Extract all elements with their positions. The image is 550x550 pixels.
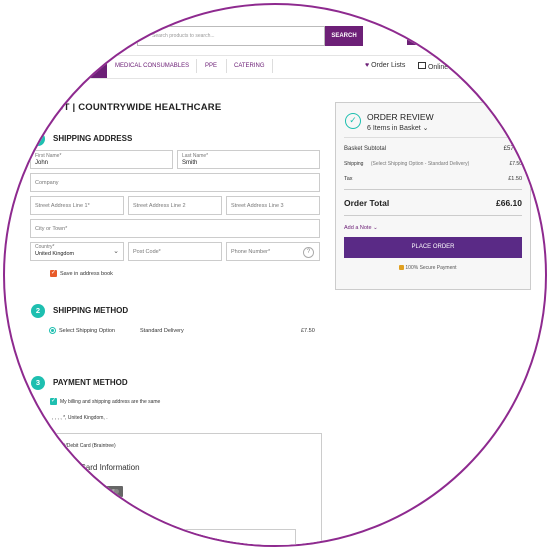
phone-placeholder: Phone Number* bbox=[231, 249, 271, 255]
shipping-option-radio[interactable] bbox=[49, 327, 56, 334]
street-line-2-field[interactable]: Street Address Line 2 bbox=[128, 196, 222, 215]
card-number-field[interactable] bbox=[80, 529, 296, 545]
subtotal-row: Basket Subtotal £57.10 bbox=[344, 146, 522, 152]
chevron-down-icon: ⌄ bbox=[113, 248, 119, 255]
nav-divider bbox=[226, 59, 227, 73]
heart-icon: ♥ bbox=[365, 62, 370, 69]
order-total-value: £66.10 bbox=[496, 198, 522, 208]
search-button[interactable]: SEARCH bbox=[325, 26, 363, 46]
step-number: 3 bbox=[31, 376, 45, 390]
divider bbox=[344, 215, 522, 216]
section-title-shipping-address: SHIPPING ADDRESS bbox=[53, 134, 133, 143]
account-tab[interactable] bbox=[407, 31, 427, 45]
street-line-2-placeholder: Street Address Line 2 bbox=[133, 203, 186, 209]
order-lists-link[interactable]: ♥ Order Lists bbox=[365, 62, 405, 69]
save-address-label: Save in address book bbox=[60, 271, 113, 277]
shipping-option-label: Select Shipping Option bbox=[59, 328, 115, 334]
shipping-value: £7.50 bbox=[509, 161, 522, 167]
last-name-value: Smith bbox=[182, 160, 198, 166]
section-title-payment-method: PAYMENT METHOD bbox=[53, 378, 128, 387]
subtotal-label: Basket Subtotal bbox=[344, 146, 387, 152]
first-name-field[interactable]: First Name* John bbox=[30, 150, 173, 169]
online-link[interactable]: Online bbox=[418, 62, 448, 71]
shipping-label: Shipping bbox=[344, 161, 364, 167]
lock-icon bbox=[399, 265, 404, 270]
last-name-label: Last Name* bbox=[182, 153, 209, 159]
card-info-title: Card Information bbox=[80, 463, 140, 472]
add-note-label: Add a Note bbox=[344, 225, 372, 231]
nav-active-category[interactable] bbox=[65, 56, 107, 78]
first-name-value: John bbox=[35, 160, 49, 166]
order-lists-label: Order Lists bbox=[371, 62, 406, 69]
nav-item-catering[interactable]: CATERING bbox=[234, 63, 265, 69]
secure-payment-label: 100% Secure Payment bbox=[405, 265, 457, 271]
order-review-panel: ✓ ORDER REVIEW 6 Items in Basket ⌄ Baske… bbox=[335, 102, 531, 290]
add-note-link[interactable]: Add a Note ⌄ bbox=[344, 225, 378, 231]
monitor-icon bbox=[418, 62, 426, 69]
online-label: Online bbox=[427, 64, 449, 71]
last-name-field[interactable]: Last Name* Smith bbox=[177, 150, 320, 169]
postcode-placeholder: Post Code* bbox=[133, 249, 161, 255]
section-title-shipping-method: SHIPPING METHOD bbox=[53, 306, 129, 315]
place-order-button[interactable]: PLACE ORDER bbox=[344, 237, 522, 258]
country-value: United Kingdom bbox=[35, 251, 75, 257]
tax-label: Tax bbox=[344, 176, 353, 182]
city-placeholder: City or Town* bbox=[35, 226, 68, 232]
shipping-option-name: Standard Delivery bbox=[140, 328, 184, 334]
shipping-option-price: £7.50 bbox=[301, 328, 315, 334]
postcode-field[interactable]: Post Code* bbox=[128, 242, 222, 261]
country-label: Country* bbox=[35, 244, 55, 250]
shipping-row: Shipping (Select Shipping Option - Stand… bbox=[344, 161, 522, 167]
search-input[interactable]: Search products to search... bbox=[137, 26, 325, 46]
street-line-1-placeholder: Street Address Line 1* bbox=[35, 203, 90, 209]
city-field[interactable]: City or Town* bbox=[30, 219, 320, 238]
street-line-1-field[interactable]: Street Address Line 1* bbox=[30, 196, 124, 215]
nav-divider bbox=[272, 59, 273, 73]
save-address-checkbox[interactable]: ✓ bbox=[50, 270, 57, 277]
street-line-3-placeholder: Street Address Line 3 bbox=[231, 203, 284, 209]
circular-frame: Search products to search... SEARCH MEDI… bbox=[3, 3, 547, 547]
basket-items-count: 6 Items in Basket bbox=[367, 125, 421, 132]
divider bbox=[344, 189, 522, 190]
check-circle-icon: ✓ bbox=[345, 113, 361, 129]
page-title: OUT | COUNTRYWIDE HEALTHCARE bbox=[49, 102, 222, 113]
secure-payment-note: 100% Secure Payment bbox=[399, 265, 457, 271]
nav-item-ppe[interactable]: PPE bbox=[205, 63, 217, 69]
nav-divider bbox=[196, 59, 197, 73]
tax-value: £1.50 bbox=[508, 176, 522, 182]
billing-address-line: , , , , *, United Kingdom, . bbox=[52, 415, 108, 421]
same-address-label: My billing and shipping address are the … bbox=[60, 399, 161, 405]
card-method-label[interactable]: Credit/Debit Card (Braintree) bbox=[52, 443, 116, 449]
street-line-3-field[interactable]: Street Address Line 3 bbox=[226, 196, 320, 215]
chevron-down-icon: ⌄ bbox=[422, 125, 429, 132]
country-select[interactable]: Country* United Kingdom ⌄ bbox=[30, 242, 124, 261]
step-number: 2 bbox=[31, 304, 45, 318]
company-field[interactable]: Company bbox=[30, 173, 320, 192]
company-placeholder: Company bbox=[35, 180, 59, 186]
step-number: 1 bbox=[31, 132, 45, 146]
order-total-row: Order Total £66.10 bbox=[344, 198, 522, 208]
divider bbox=[344, 137, 522, 138]
subtotal-value: £57.10 bbox=[503, 146, 522, 152]
chevron-down-icon: ⌄ bbox=[373, 225, 378, 231]
first-name-label: First Name* bbox=[35, 153, 62, 159]
tax-row: Tax £1.50 bbox=[344, 176, 522, 182]
phone-field[interactable]: Phone Number* ? bbox=[226, 242, 320, 261]
basket-items-toggle[interactable]: 6 Items in Basket ⌄ bbox=[367, 124, 429, 132]
card-brand-icon bbox=[105, 486, 123, 497]
nav-item-medical-consumables[interactable]: MEDICAL CONSUMABLES bbox=[115, 63, 189, 69]
shipping-note: (Select Shipping Option - Standard Deliv… bbox=[370, 161, 470, 167]
help-icon[interactable]: ? bbox=[303, 247, 314, 258]
order-total-label: Order Total bbox=[344, 198, 390, 208]
same-address-checkbox[interactable]: ✓ bbox=[50, 398, 57, 405]
order-review-title: ORDER REVIEW bbox=[367, 112, 434, 122]
